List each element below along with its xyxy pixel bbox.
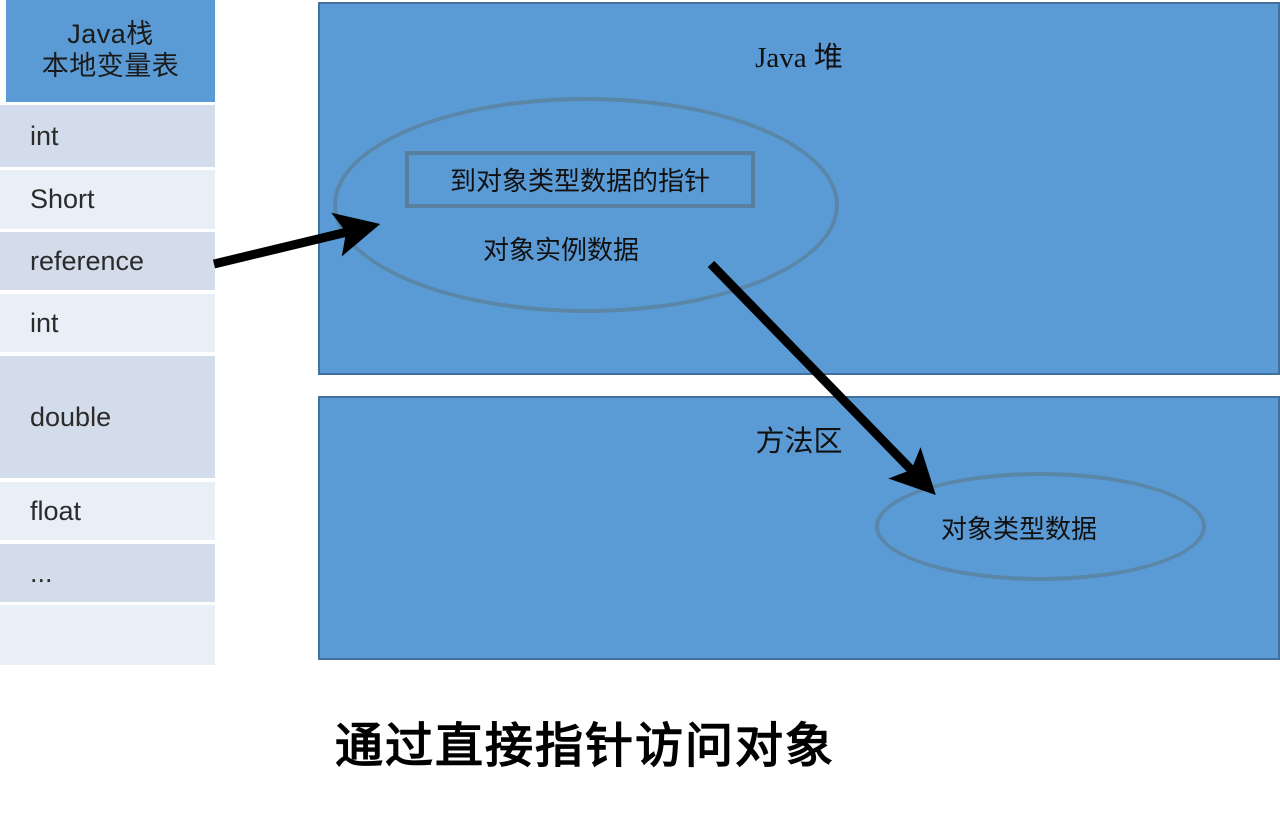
stack-slot-row: reference <box>0 232 215 290</box>
stack-slot-row: int <box>0 105 215 167</box>
stack-slot-row: float <box>0 482 215 540</box>
java-stack-header-line1: Java栈 <box>67 19 154 50</box>
stack-slot-row: double <box>0 356 215 478</box>
method-area-title: 方法区 <box>755 426 843 458</box>
stack-slot-label: int <box>30 120 59 151</box>
object-instance-data-label: 对象实例数据 <box>483 236 640 265</box>
stack-slot-label: Short <box>30 184 95 214</box>
stack-slot-label: float <box>30 495 82 526</box>
java-stack-header-line2: 本地变量表 <box>41 51 180 81</box>
java-heap-title: Java 堆 <box>755 42 843 74</box>
stack-slot-label: double <box>30 401 112 432</box>
stack-slot-row: Short <box>0 170 215 229</box>
java-stack-panel: Java栈 本地变量表 int Short reference int double fl… <box>0 0 215 666</box>
stack-slot-row <box>0 605 215 665</box>
stack-slot-label: ... <box>30 557 53 588</box>
object-class-data-label: 对象类型数据 <box>941 515 1098 544</box>
stack-slot-row: ... <box>0 544 215 602</box>
pointer-to-class-data-box: 到对象类型数据的指针 <box>405 151 755 208</box>
java-stack-header: Java栈 本地变量表 <box>6 0 215 102</box>
diagram-caption: 通过直接指针访问对象 <box>334 720 835 773</box>
stack-slot-label: int <box>30 307 59 338</box>
stack-slot-row: int <box>0 294 215 352</box>
stack-slot-label: reference <box>30 245 145 276</box>
